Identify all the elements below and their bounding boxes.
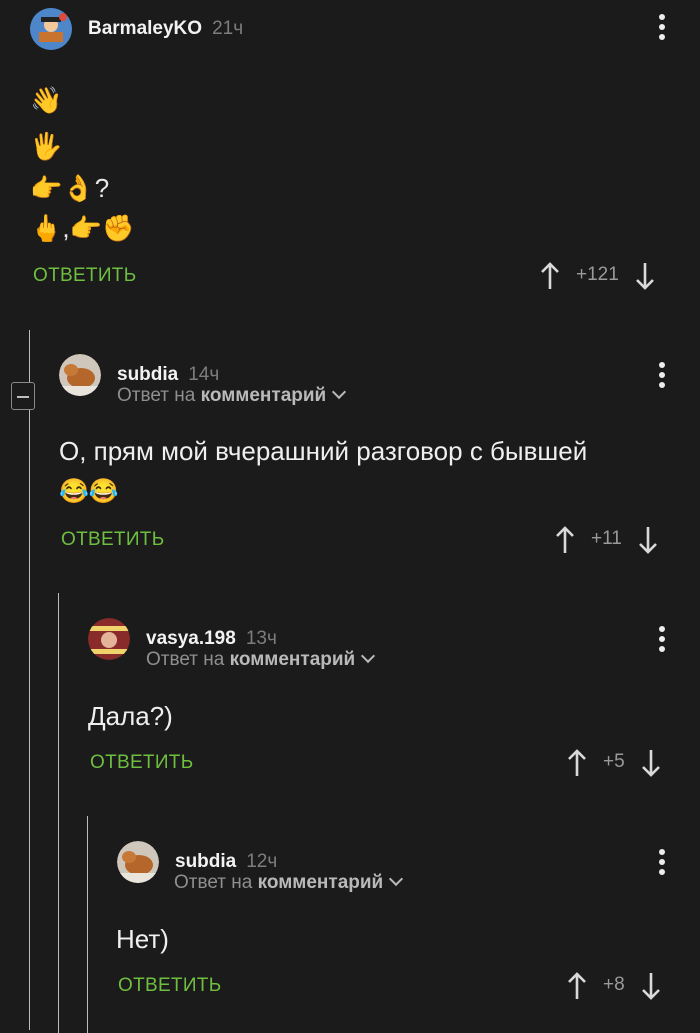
thread-line-level2 <box>58 593 59 1033</box>
score: +8 <box>603 974 625 995</box>
rating: +121 <box>540 262 655 290</box>
upvote-icon[interactable] <box>555 526 575 553</box>
upvote-icon[interactable] <box>567 972 587 999</box>
comment-emoji-line: 👋 <box>30 85 63 115</box>
chevron-down-icon <box>389 871 404 887</box>
rating: +11 <box>555 526 658 554</box>
rating: +8 <box>567 972 661 1000</box>
comment-time: 14ч <box>188 364 220 385</box>
chevron-down-icon <box>332 384 347 400</box>
comment-time: 12ч <box>246 851 278 872</box>
username[interactable]: subdia <box>117 364 178 386</box>
reply-to-link[interactable]: Ответ на комментарий <box>174 871 404 894</box>
thread-line-level3 <box>87 816 88 1033</box>
reply-to-link[interactable]: Ответ на комментарий <box>146 648 376 671</box>
username[interactable]: vasya.198 <box>146 628 236 650</box>
collapse-thread-button[interactable] <box>11 382 35 410</box>
avatar[interactable] <box>30 8 72 50</box>
more-options-icon[interactable] <box>659 14 665 44</box>
reply-button[interactable]: ОТВЕТИТЬ <box>61 529 164 551</box>
more-options-icon[interactable] <box>659 626 665 656</box>
comment-header: BarmaleyKO 21ч <box>30 8 243 50</box>
reply-to-prefix: Ответ на <box>146 649 225 670</box>
reply-button[interactable]: ОТВЕТИТЬ <box>118 975 221 997</box>
avatar[interactable] <box>117 841 159 883</box>
comment-emoji-line: 👉👌? <box>30 173 110 203</box>
thread-line-level1 <box>29 330 30 1030</box>
reply-to-target[interactable]: комментарий <box>201 385 327 406</box>
username[interactable]: subdia <box>175 851 236 873</box>
downvote-icon[interactable] <box>641 972 661 1000</box>
reply-to-target[interactable]: комментарий <box>258 872 384 893</box>
comment-emoji-line: 🖐 <box>30 131 63 161</box>
reply-to-target[interactable]: комментарий <box>230 649 356 670</box>
reply-button[interactable]: ОТВЕТИТЬ <box>90 752 193 774</box>
username[interactable]: BarmaleyKO <box>88 18 202 40</box>
comment-emoji: 😂😂 <box>59 478 119 505</box>
upvote-icon[interactable] <box>540 262 560 289</box>
reply-button[interactable]: ОТВЕТИТЬ <box>33 265 136 287</box>
avatar[interactable] <box>88 618 130 660</box>
downvote-icon[interactable] <box>638 526 658 554</box>
reply-to-link[interactable]: Ответ на комментарий <box>117 384 347 407</box>
score: +11 <box>591 528 622 549</box>
more-options-icon[interactable] <box>659 362 665 392</box>
comment-text: О, прям мой вчерашний разговор с бывшей <box>59 436 588 466</box>
downvote-icon[interactable] <box>635 262 655 290</box>
reply-to-prefix: Ответ на <box>117 385 196 406</box>
comment-time: 21ч <box>212 18 244 39</box>
avatar[interactable] <box>59 354 101 396</box>
reply-to-prefix: Ответ на <box>174 872 253 893</box>
comment-time: 13ч <box>245 628 277 649</box>
chevron-down-icon <box>361 648 376 664</box>
upvote-icon[interactable] <box>567 749 587 776</box>
score: +5 <box>603 751 625 772</box>
score: +121 <box>576 264 619 285</box>
more-options-icon[interactable] <box>659 849 665 879</box>
comment-text: Дала?) <box>88 701 173 731</box>
downvote-icon[interactable] <box>641 749 661 777</box>
comment-text: Нет) <box>116 924 169 954</box>
comment-emoji-line: 🖕,👉✊ <box>30 213 135 243</box>
rating: +5 <box>567 749 661 777</box>
